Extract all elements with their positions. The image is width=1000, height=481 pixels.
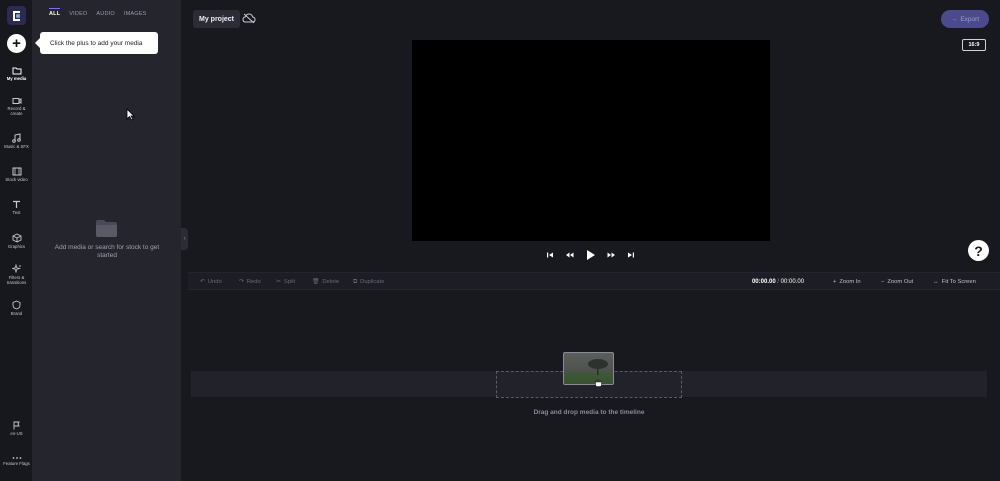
arrow-right-icon: →: [950, 15, 958, 23]
sidebar-item-label: My media: [6, 76, 27, 81]
sidebar-item-record-create[interactable]: Record & create: [0, 97, 33, 117]
drag-media-thumbnail: [563, 352, 614, 385]
rewind-icon[interactable]: [565, 251, 574, 259]
skip-to-start-icon[interactable]: [546, 251, 554, 259]
delete-button[interactable]: 🗑 Delete: [312, 273, 339, 291]
mouse-cursor-icon: [126, 108, 135, 121]
scissors-icon: ✂: [276, 279, 281, 285]
sidebar-item-label: Text: [12, 210, 21, 215]
empty-state-text: Add media or search for stock to get sta…: [54, 244, 160, 260]
duplicate-button[interactable]: ⧉ Duplicate: [353, 273, 384, 291]
tab-video[interactable]: VIDEO: [69, 11, 87, 19]
tab-audio[interactable]: AUDIO: [96, 11, 114, 19]
sidebar-item-label: Filters & transitions: [6, 275, 27, 285]
zoom-in-label: Zoom In: [839, 279, 861, 285]
total-time: 00:00.00: [780, 279, 805, 285]
undo-label: Undo: [207, 279, 222, 285]
chevron-left-icon: ‹: [183, 236, 186, 242]
video-preview: [412, 40, 770, 241]
collapse-panel-handle[interactable]: ‹: [181, 228, 188, 250]
timecode-display: 00:00.00 / 00:00.00: [728, 273, 828, 291]
music-note-icon: [12, 133, 21, 143]
current-time: 00:00.00: [751, 279, 776, 285]
export-button[interactable]: → Export: [941, 10, 989, 28]
sidebar-item-stock-video[interactable]: Stock video: [0, 167, 33, 183]
text-icon: [13, 200, 20, 208]
sidebar-item-text[interactable]: Text: [0, 200, 33, 216]
timeline-toolbar: ↶ Undo ↷ Redo ✂ Split 🗑 Delete ⧉ Duplica…: [188, 272, 1000, 290]
split-button[interactable]: ✂ Split: [276, 273, 295, 291]
plus-icon: +: [833, 279, 837, 285]
film-icon: [12, 167, 21, 176]
cloud-sync-off-icon[interactable]: [242, 13, 256, 24]
fit-to-screen-button[interactable]: ↔ Fit To Screen: [933, 273, 976, 291]
logo-icon: [12, 10, 20, 21]
aspect-ratio-button[interactable]: 16:9: [962, 39, 986, 51]
shield-icon: [12, 300, 21, 310]
zoom-out-button[interactable]: − Zoom Out: [881, 273, 913, 291]
sidebar-item-label: Record & create: [7, 106, 26, 116]
drop-hint-text: Drag and drop media to the timeline: [533, 409, 645, 416]
sidebar-item-label: Feature Flags: [3, 461, 30, 466]
flag-icon: [13, 421, 20, 430]
sidebar-item-label: Graphics: [7, 244, 26, 249]
time-separator: /: [777, 279, 779, 285]
media-panel: ALL VIDEO AUDIO IMAGES Add media or sear…: [33, 0, 181, 481]
folder-icon: [12, 67, 21, 75]
app-window: + My media Record & create Music & SFX S…: [0, 0, 1000, 481]
help-button[interactable]: ?: [968, 240, 989, 261]
delete-label: Delete: [322, 279, 340, 285]
skip-to-end-icon[interactable]: [627, 251, 635, 259]
video-camera-icon: [12, 98, 21, 104]
sidebar-item-my-media[interactable]: My media: [0, 66, 33, 82]
sidebar-item-label: en-US: [10, 431, 23, 436]
trash-icon: 🗑: [312, 279, 320, 285]
add-media-tooltip: Click the plus to add your media: [35, 32, 158, 54]
tab-all[interactable]: ALL: [49, 7, 61, 20]
sidebar-item-brand[interactable]: Brand: [0, 300, 33, 317]
sidebar-item-graphics[interactable]: Graphics: [0, 233, 33, 250]
tab-images[interactable]: IMAGES: [124, 11, 147, 19]
duplicate-label: Duplicate: [360, 279, 385, 285]
zoom-in-button[interactable]: + Zoom In: [833, 273, 861, 291]
left-nav-rail: + My media Record & create Music & SFX S…: [0, 0, 33, 481]
media-tabs: ALL VIDEO AUDIO IMAGES: [49, 7, 147, 20]
duplicate-icon: ⧉: [353, 278, 358, 285]
redo-label: Redo: [246, 279, 261, 285]
minus-icon: −: [881, 279, 885, 285]
undo-icon: ↶: [200, 279, 205, 285]
sidebar-item-filters-transitions[interactable]: Filters & transitions: [0, 264, 33, 286]
sidebar-item-language[interactable]: en-US: [0, 421, 33, 437]
tree-thumbnail-image: [588, 359, 608, 375]
playback-controls: [546, 249, 635, 261]
fit-label: Fit To Screen: [941, 279, 976, 285]
cube-icon: [12, 233, 21, 243]
sidebar-item-label: Brand: [10, 311, 23, 316]
split-label: Split: [283, 279, 296, 285]
fast-forward-icon[interactable]: [607, 251, 616, 259]
app-logo[interactable]: [7, 6, 26, 25]
redo-icon: ↷: [239, 279, 244, 285]
play-icon[interactable]: [585, 249, 596, 261]
sidebar-item-music-sfx[interactable]: Music & SFX: [0, 133, 33, 150]
grab-hand-icon: [595, 379, 602, 387]
add-media-button[interactable]: +: [7, 34, 26, 53]
undo-button[interactable]: ↶ Undo: [200, 273, 222, 291]
fit-arrows-icon: ↔: [933, 279, 939, 285]
sidebar-item-label: Music & SFX: [4, 144, 29, 149]
sidebar-item-label: Stock video: [5, 177, 28, 182]
sidebar-item-feature-flags[interactable]: Feature Flags: [0, 456, 33, 467]
plus-icon: +: [12, 35, 21, 52]
export-label: Export: [960, 15, 980, 23]
more-dots-icon: [12, 457, 21, 459]
sparkle-icon: [11, 264, 21, 274]
zoom-out-label: Zoom Out: [887, 279, 914, 285]
redo-button[interactable]: ↷ Redo: [239, 273, 261, 291]
empty-folder-icon: [96, 220, 117, 237]
project-name-field[interactable]: My project: [193, 10, 241, 28]
